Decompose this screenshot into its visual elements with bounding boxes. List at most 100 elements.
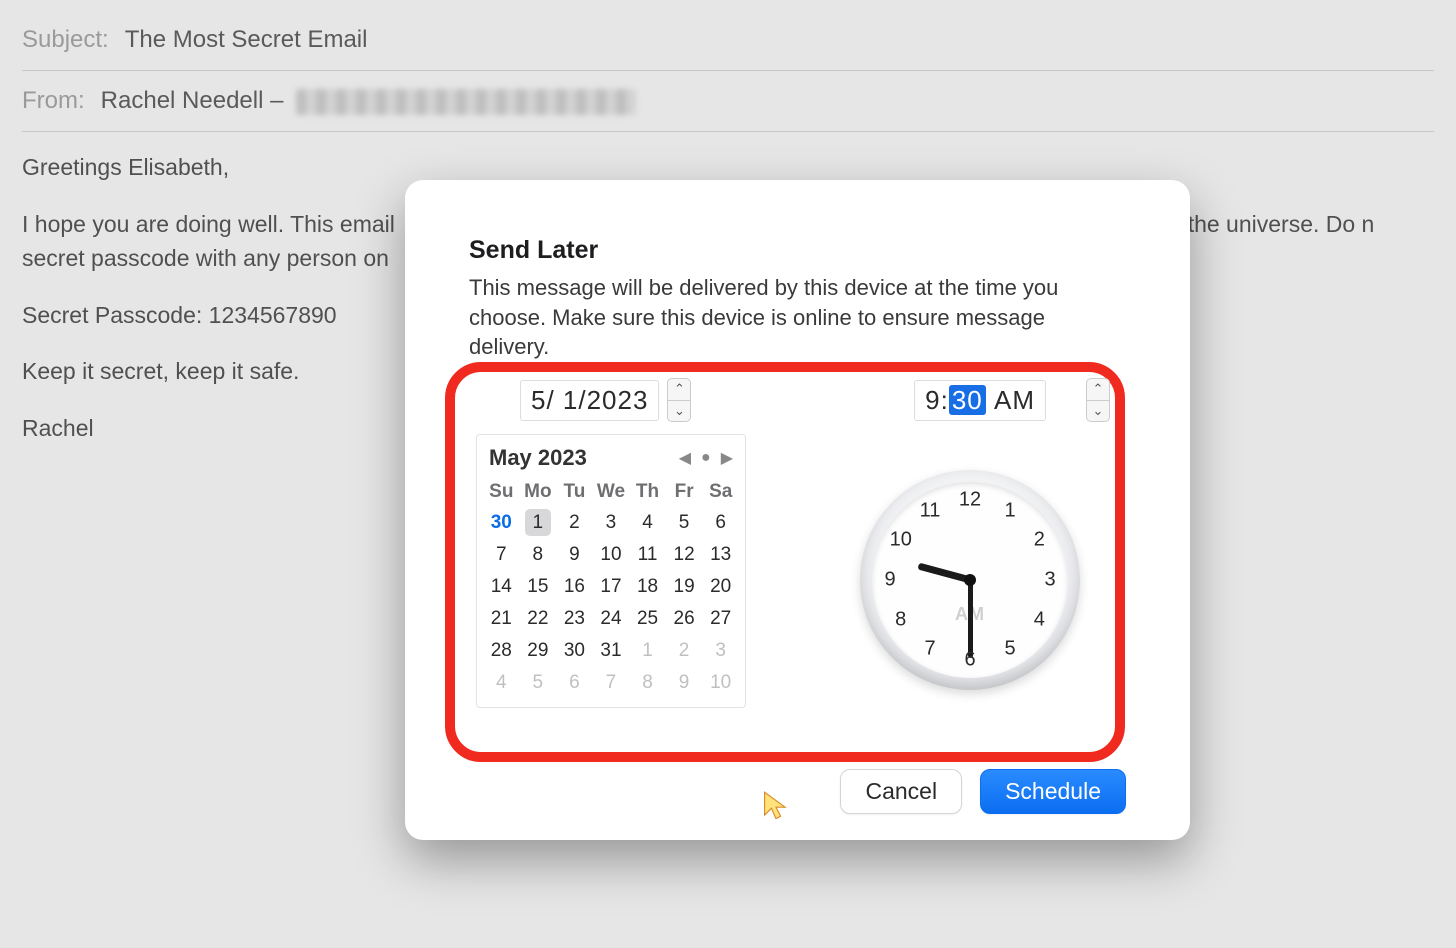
calendar-day[interactable]: 17 (593, 571, 630, 603)
subject-label: Subject: (22, 22, 109, 58)
cancel-button[interactable]: Cancel (840, 769, 962, 814)
subject-row: Subject: The Most Secret Email (22, 10, 1434, 71)
calendar-day[interactable]: 26 (666, 603, 703, 635)
clock-number: 6 (957, 649, 983, 672)
subject-value[interactable]: The Most Secret Email (125, 22, 368, 58)
calendar-day[interactable]: 30 (556, 635, 593, 667)
calendar-day[interactable]: 29 (520, 635, 557, 667)
calendar-day[interactable]: 24 (593, 603, 630, 635)
calendar-day[interactable]: 14 (483, 571, 520, 603)
calendar-day[interactable]: 1 (520, 507, 557, 539)
dialog-button-row: Cancel Schedule (840, 769, 1126, 814)
clock-number: 12 (957, 489, 983, 512)
chevron-down-icon[interactable]: ⌄ (668, 401, 690, 422)
calendar-day[interactable]: 23 (556, 603, 593, 635)
calendar-day[interactable]: 18 (629, 571, 666, 603)
clock-face: AM 121234567891011 (872, 482, 1068, 678)
clock-number: 7 (917, 638, 943, 661)
calendar-weekday: Th (629, 477, 666, 507)
calendar-weekday: Su (483, 477, 520, 507)
calendar-day[interactable]: 7 (483, 539, 520, 571)
calendar-nav: ◀ ● ▶ (679, 448, 733, 468)
calendar-day[interactable]: 15 (520, 571, 557, 603)
calendar-prev-icon[interactable]: ◀ (679, 448, 691, 468)
calendar-title: May 2023 (489, 445, 587, 471)
datetime-row: 5/ 1/2023 ⌃ ⌄ 9:30 AM ⌃ ⌄ (470, 378, 1110, 422)
clock-number: 8 (888, 609, 914, 632)
calendar-day[interactable]: 30 (483, 507, 520, 539)
calendar-day[interactable]: 7 (593, 667, 630, 699)
analog-clock[interactable]: AM 121234567891011 (860, 470, 1080, 690)
calendar-day[interactable]: 22 (520, 603, 557, 635)
clock-number: 9 (877, 569, 903, 592)
calendar-weekday: We (593, 477, 630, 507)
calendar-day[interactable]: 8 (520, 539, 557, 571)
calendar-day[interactable]: 2 (666, 635, 703, 667)
chevron-up-icon[interactable]: ⌃ (1087, 379, 1109, 401)
clock-number: 10 (888, 529, 914, 552)
from-name: Rachel Needell – (101, 87, 284, 114)
calendar-picker[interactable]: May 2023 ◀ ● ▶ SuMoTuWeThFrSa 3012345678… (476, 434, 746, 708)
calendar-day[interactable]: 21 (483, 603, 520, 635)
time-hour[interactable]: 9 (925, 385, 940, 415)
calendar-day[interactable]: 28 (483, 635, 520, 667)
date-input[interactable]: 5/ 1/2023 (520, 380, 659, 421)
calendar-day[interactable]: 9 (666, 667, 703, 699)
clock-center-pin (964, 574, 976, 586)
time-stepper[interactable]: ⌃ ⌄ (1086, 378, 1110, 422)
calendar-day[interactable]: 5 (520, 667, 557, 699)
dialog-description: This message will be delivered by this d… (469, 273, 1126, 362)
calendar-day[interactable]: 25 (629, 603, 666, 635)
clock-number: 2 (1026, 529, 1052, 552)
calendar-day[interactable]: 6 (556, 667, 593, 699)
calendar-day[interactable]: 9 (556, 539, 593, 571)
clock-minute-hand[interactable] (968, 580, 973, 658)
clock-number: 1 (997, 499, 1023, 522)
calendar-day[interactable]: 20 (702, 571, 739, 603)
time-minute[interactable]: 30 (949, 385, 986, 415)
clock-number: 4 (1026, 609, 1052, 632)
calendar-today-icon[interactable]: ● (701, 449, 711, 467)
dialog-title: Send Later (469, 236, 1126, 265)
time-block: 9:30 AM ⌃ ⌄ (914, 378, 1110, 422)
calendar-day[interactable]: 10 (702, 667, 739, 699)
calendar-day[interactable]: 2 (556, 507, 593, 539)
calendar-day[interactable]: 27 (702, 603, 739, 635)
clock-number: 11 (917, 499, 943, 522)
calendar-day[interactable]: 3 (593, 507, 630, 539)
date-stepper[interactable]: ⌃ ⌄ (667, 378, 691, 422)
clock-number: 5 (997, 638, 1023, 661)
schedule-button[interactable]: Schedule (980, 769, 1126, 814)
time-input[interactable]: 9:30 AM (914, 380, 1046, 421)
calendar-day[interactable]: 8 (629, 667, 666, 699)
calendar-day[interactable]: 6 (702, 507, 739, 539)
calendar-day[interactable]: 11 (629, 539, 666, 571)
calendar-day[interactable]: 1 (629, 635, 666, 667)
calendar-weekday: Mo (520, 477, 557, 507)
calendar-day[interactable]: 12 (666, 539, 703, 571)
calendar-day[interactable]: 16 (556, 571, 593, 603)
calendar-weekday: Fr (666, 477, 703, 507)
chevron-up-icon[interactable]: ⌃ (668, 379, 690, 401)
calendar-day[interactable]: 3 (702, 635, 739, 667)
date-block: 5/ 1/2023 ⌃ ⌄ (470, 378, 691, 422)
calendar-grid: SuMoTuWeThFrSa 3012345678910111213141516… (483, 477, 739, 699)
calendar-next-icon[interactable]: ▶ (721, 448, 733, 468)
from-label: From: (22, 83, 85, 119)
calendar-day[interactable]: 13 (702, 539, 739, 571)
calendar-day[interactable]: 19 (666, 571, 703, 603)
calendar-weekday: Sa (702, 477, 739, 507)
calendar-weekday: Tu (556, 477, 593, 507)
calendar-day[interactable]: 10 (593, 539, 630, 571)
from-email-redacted (296, 89, 636, 115)
calendar-header: May 2023 ◀ ● ▶ (483, 443, 739, 477)
calendar-day[interactable]: 5 (666, 507, 703, 539)
chevron-down-icon[interactable]: ⌄ (1087, 401, 1109, 422)
from-value[interactable]: Rachel Needell – (101, 83, 636, 119)
clock-hour-hand[interactable] (917, 563, 971, 584)
calendar-day[interactable]: 4 (483, 667, 520, 699)
calendar-day[interactable]: 4 (629, 507, 666, 539)
time-ampm[interactable]: AM (994, 385, 1035, 415)
calendar-day[interactable]: 31 (593, 635, 630, 667)
from-row: From: Rachel Needell – (22, 71, 1434, 132)
